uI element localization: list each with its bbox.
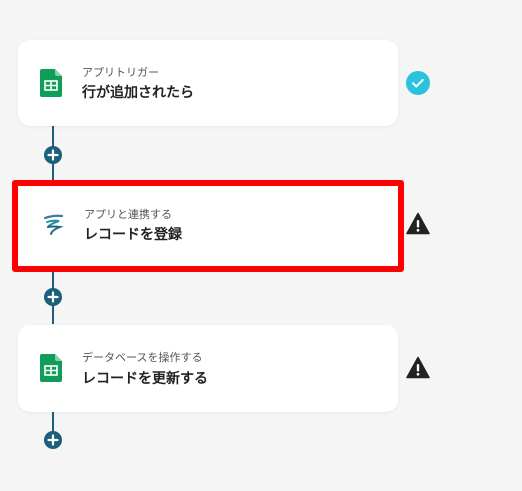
check-circle-icon: [406, 71, 430, 95]
add-step-button[interactable]: [44, 146, 62, 164]
step-title: 行が追加されたら: [82, 85, 194, 101]
add-step-button[interactable]: [44, 431, 62, 449]
flow-step-card-app-action[interactable]: アプリと連携する レコードを登録: [12, 180, 404, 272]
step-subtitle: データベースを操作する: [82, 351, 203, 364]
flow-step-card-trigger[interactable]: アプリトリガー 行が追加されたら: [18, 40, 398, 126]
step-title: レコードを更新する: [82, 371, 208, 387]
plus-icon: [47, 149, 59, 161]
step-subtitle: アプリと連携する: [84, 208, 172, 221]
google-sheets-icon: [40, 69, 62, 97]
app-logo-icon: [43, 214, 64, 235]
plus-icon: [47, 291, 59, 303]
flow-step-card-database[interactable]: データベースを操作する レコードを更新する: [18, 325, 398, 412]
add-step-button[interactable]: [44, 288, 62, 306]
warning-icon: [406, 356, 430, 379]
step-subtitle: アプリトリガー: [82, 66, 159, 79]
step-title: レコードを登録: [84, 227, 182, 243]
warning-icon: [406, 212, 430, 235]
plus-icon: [47, 434, 59, 446]
google-sheets-icon: [40, 354, 62, 382]
